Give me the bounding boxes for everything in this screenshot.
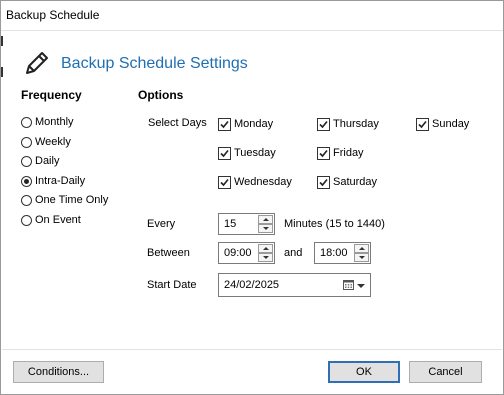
checkbox-label: Sunday (432, 118, 470, 130)
checkbox-label: Saturday (333, 176, 378, 188)
checkbox-tuesday[interactable]: Tuesday (218, 145, 276, 161)
and-label: and (284, 247, 303, 259)
increment-button[interactable] (258, 215, 273, 224)
end-time-value: 18:00 (320, 247, 348, 259)
between-end-time[interactable]: 18:00 (314, 242, 371, 264)
minutes-hint: Minutes (15 to 1440) (284, 218, 385, 230)
footer-divider (2, 349, 502, 350)
pencil-icon (26, 52, 48, 74)
radio-circle[interactable] (21, 194, 32, 206)
decrement-button[interactable] (354, 253, 369, 262)
radio-daily[interactable]: Daily (21, 153, 59, 169)
checkbox-wednesday[interactable]: Wednesday (218, 174, 292, 190)
checkbox-label: Monday (234, 118, 274, 130)
radio-one-time-only[interactable]: One Time Only (21, 192, 108, 208)
checkbox-box[interactable] (317, 175, 330, 189)
start-date-value: 24/02/2025 (224, 279, 280, 291)
between-label: Between (147, 247, 190, 259)
frequency-heading: Frequency (21, 88, 82, 102)
chevron-down-icon[interactable] (357, 284, 365, 288)
chevron-up-icon (262, 247, 269, 250)
radio-label: Daily (35, 155, 60, 167)
start-date-picker[interactable]: 24/02/2025 (218, 273, 371, 297)
every-minutes-stepper[interactable]: 15 (218, 213, 275, 235)
select-days-label: Select Days (148, 117, 207, 129)
checkmark-icon (220, 149, 229, 157)
decrement-button[interactable] (258, 224, 273, 233)
radio-circle-selected[interactable] (21, 175, 32, 187)
checkmark-icon (319, 178, 328, 186)
chevron-down-icon (358, 256, 365, 259)
every-label: Every (147, 218, 176, 230)
radio-weekly[interactable]: Weekly (21, 134, 71, 150)
radio-label: One Time Only (35, 194, 109, 206)
left-edge-mark (1, 67, 3, 77)
checkbox-label: Wednesday (234, 176, 292, 188)
chevron-down-icon (262, 256, 269, 259)
checkbox-saturday[interactable]: Saturday (317, 174, 377, 190)
chevron-up-icon (262, 218, 269, 221)
checkbox-sunday[interactable]: Sunday (416, 116, 469, 132)
radio-intra-daily[interactable]: Intra-Daily (21, 173, 85, 189)
radio-label: Monthly (35, 116, 74, 128)
checkbox-friday[interactable]: Friday (317, 145, 364, 161)
checkbox-box[interactable] (218, 146, 231, 160)
radio-monthly[interactable]: Monthly (21, 114, 74, 130)
checkmark-icon (220, 120, 229, 128)
checkbox-box[interactable] (317, 146, 330, 160)
checkmark-icon (418, 120, 427, 128)
start-time-value: 09:00 (224, 247, 252, 259)
dialog-heading: Backup Schedule Settings (61, 55, 248, 72)
radio-label: Intra-Daily (35, 175, 86, 187)
decrement-button[interactable] (258, 253, 273, 262)
checkbox-label: Tuesday (234, 147, 276, 159)
start-date-label: Start Date (147, 279, 197, 291)
checkbox-box[interactable] (416, 117, 429, 131)
radio-label: On Event (35, 214, 81, 226)
every-value: 15 (224, 218, 237, 230)
increment-button[interactable] (354, 244, 369, 253)
checkbox-box[interactable] (218, 175, 231, 189)
chevron-up-icon (358, 247, 365, 250)
checkbox-thursday[interactable]: Thursday (317, 116, 379, 132)
ok-button[interactable]: OK (328, 361, 400, 383)
radio-circle[interactable] (21, 214, 32, 226)
radio-label: Weekly (35, 136, 71, 148)
checkmark-icon (319, 149, 328, 157)
between-start-time[interactable]: 09:00 (218, 242, 275, 264)
cancel-button[interactable]: Cancel (409, 361, 482, 383)
checkmark-icon (220, 178, 229, 186)
checkmark-icon (319, 120, 328, 128)
checkbox-label: Thursday (333, 118, 379, 130)
checkbox-monday[interactable]: Monday (218, 116, 273, 132)
checkbox-box[interactable] (218, 117, 231, 131)
radio-circle[interactable] (21, 136, 32, 148)
checkbox-label: Friday (333, 147, 364, 159)
chevron-down-icon (262, 227, 269, 230)
left-edge-mark (1, 36, 3, 46)
radio-circle[interactable] (21, 116, 32, 128)
radio-circle[interactable] (21, 155, 32, 167)
checkbox-box[interactable] (317, 117, 330, 131)
options-heading: Options (138, 88, 184, 102)
conditions-button[interactable]: Conditions... (13, 361, 104, 383)
calendar-icon[interactable] (343, 280, 354, 290)
backup-schedule-dialog: Backup Schedule Backup Schedule Settings… (0, 0, 504, 395)
radio-on-event[interactable]: On Event (21, 212, 81, 228)
increment-button[interactable] (258, 244, 273, 253)
title-bar[interactable]: Backup Schedule (1, 1, 503, 31)
window-title: Backup Schedule (6, 8, 100, 22)
